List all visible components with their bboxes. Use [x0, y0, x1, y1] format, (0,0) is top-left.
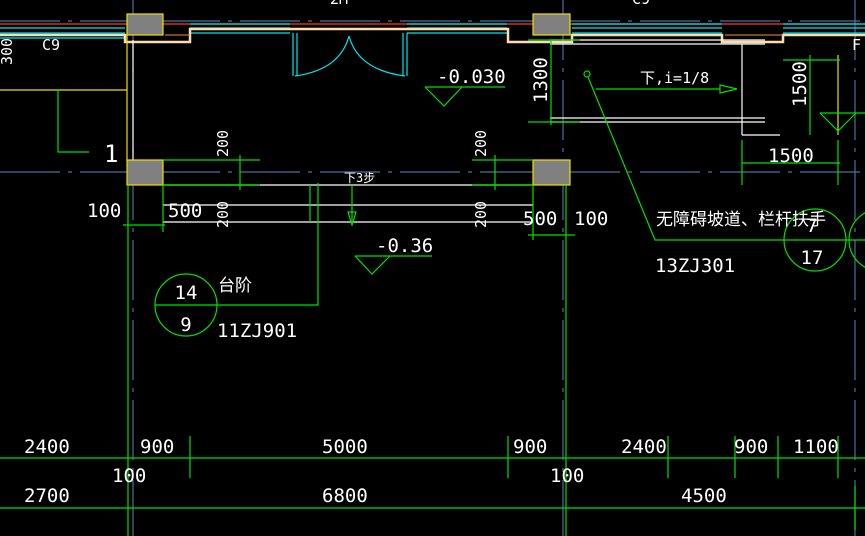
axis-number: 1	[104, 140, 118, 168]
column	[532, 13, 571, 36]
exterior-wall	[0, 13, 865, 44]
ramp-detail-atlas: 13ZJ301	[655, 255, 735, 277]
level-indoor-mark	[424, 86, 505, 107]
dim-small-0: 100	[112, 465, 146, 487]
window-label: C9	[42, 36, 60, 54]
dim-small-1: 100	[550, 465, 584, 487]
level-outdoor-mark	[354, 255, 432, 275]
ramp-dim-length: 1300	[530, 57, 552, 103]
dim-left-500: 500	[168, 200, 202, 222]
dim-row2-2: 4500	[681, 485, 727, 507]
window-tag: C9	[632, 0, 650, 8]
dim-row1-3: 900	[513, 436, 547, 458]
ramp-slope: 下,i=1/8	[640, 69, 709, 87]
level-indoor: -0.030	[437, 66, 506, 88]
dim-row1-6: 1100	[793, 436, 839, 458]
right-edge-label: F	[852, 36, 861, 54]
ramp-detail-title: 无障碍坡道、栏杆扶手	[656, 210, 826, 230]
step-dim-bottom-left: 200	[214, 201, 232, 228]
dim-row2-0: 2700	[24, 485, 70, 507]
step-detail-atlas: 11ZJ901	[217, 320, 297, 342]
step-index-bottom: 9	[180, 314, 191, 336]
door-tag: 2M	[330, 0, 348, 8]
step-dim-top-left: 200	[214, 130, 232, 157]
steps-label: 下3步	[344, 171, 375, 185]
step-index-top: 14	[175, 282, 198, 304]
dim-row1-4: 2400	[621, 436, 667, 458]
dim-right-100: 100	[574, 208, 608, 230]
ramp-dim-width: 1500	[768, 145, 814, 167]
level-outdoor: -0.36	[376, 235, 433, 257]
dim-row1-0: 2400	[24, 436, 70, 458]
ramp-index-bottom: 17	[801, 247, 824, 269]
column	[126, 13, 164, 36]
dim-row1-1: 900	[140, 436, 174, 458]
cad-drawing-canvas[interactable]: C9 300 1 2M C9 F -0.030 1300 1500 1500 下…	[0, 0, 865, 536]
double-door	[292, 33, 408, 77]
step-dim-bottom-right: 200	[472, 201, 490, 228]
dim-left-100: 100	[87, 200, 121, 222]
ramp-dim-side: 1500	[789, 61, 811, 107]
dim-300: 300	[0, 38, 16, 65]
dim-row1-5: 900	[734, 436, 768, 458]
dim-row2-1: 6800	[322, 485, 368, 507]
step-dim-top-right: 200	[472, 130, 490, 157]
step-detail-title: 台阶	[218, 276, 252, 296]
dim-right-500: 500	[523, 208, 557, 230]
dim-row1-2: 5000	[322, 436, 368, 458]
